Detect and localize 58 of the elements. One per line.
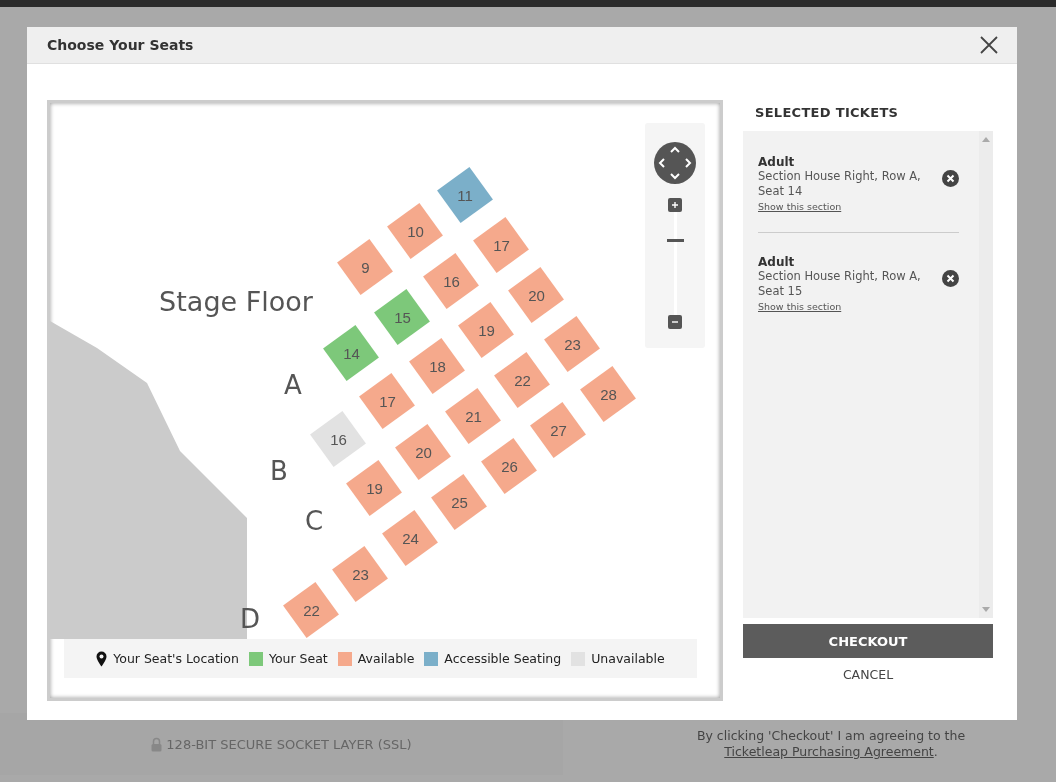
- legend-label: Unavailable: [591, 651, 665, 666]
- seat[interactable]: 24: [382, 510, 438, 566]
- seat[interactable]: 19: [458, 302, 514, 358]
- plus-icon: [671, 201, 679, 209]
- minus-icon: [671, 321, 679, 323]
- seat[interactable]: 20: [395, 424, 451, 480]
- seat[interactable]: 17: [359, 373, 415, 429]
- legend-label: Your Seat: [268, 651, 328, 666]
- remove-button[interactable]: [942, 270, 959, 287]
- ticket-description: Section House Right, Row A, Seat 15: [758, 269, 922, 299]
- seat[interactable]: 10: [387, 203, 443, 259]
- ticket-description: Section House Right, Row A, Seat 14: [758, 169, 922, 199]
- seat[interactable]: 16: [310, 411, 366, 467]
- seat[interactable]: 25: [431, 474, 487, 530]
- seat[interactable]: 19: [346, 460, 402, 516]
- agreement-text: By clicking 'Checkout' I am agreeing to the Ticketleap Purchasing Agreement.: [695, 728, 967, 760]
- show-section-link[interactable]: Show this section: [758, 301, 936, 312]
- seat[interactable]: 14: [323, 325, 379, 381]
- seat[interactable]: 22: [494, 352, 550, 408]
- ticket-type: Adult: [758, 155, 796, 169]
- row-label: B: [270, 456, 288, 486]
- seat[interactable]: 21: [445, 388, 501, 444]
- legend-label: Accessible Seating: [444, 651, 562, 666]
- seat[interactable]: 23: [544, 316, 600, 372]
- seat[interactable]: 11: [437, 167, 493, 223]
- zoom-out-button[interactable]: [668, 315, 682, 329]
- location-pin-icon: [96, 650, 108, 667]
- seat[interactable]: 27: [530, 402, 586, 458]
- lock-icon: [151, 736, 163, 752]
- legend-label: Available: [357, 651, 415, 666]
- legend-label: Your Seat's Location: [113, 651, 239, 666]
- ticket-type: Adult: [758, 255, 796, 269]
- dialog-title: Choose Your Seats: [47, 37, 194, 53]
- seat[interactable]: 9: [337, 239, 393, 295]
- cancel-button[interactable]: CANCEL: [836, 666, 900, 683]
- pan-control-icon[interactable]: [654, 142, 696, 184]
- security-note: 128-BIT SECURE SOCKET LAYER (SSL): [166, 736, 412, 752]
- seat[interactable]: 16: [423, 253, 479, 309]
- row-label: C: [304, 506, 324, 536]
- agreement-link[interactable]: Ticketleap Purchasing Agreement: [724, 744, 934, 759]
- close-button[interactable]: [979, 35, 999, 55]
- seat[interactable]: 20: [508, 267, 564, 323]
- seat[interactable]: 26: [481, 438, 537, 494]
- section-label: Stage Floor: [159, 285, 313, 317]
- row-label: D: [240, 604, 260, 634]
- seat[interactable]: 23: [332, 546, 388, 602]
- seat[interactable]: 22: [283, 582, 339, 638]
- tickets-heading: SELECTED TICKETS: [754, 104, 900, 122]
- seat[interactable]: 17: [473, 217, 529, 273]
- seat[interactable]: 18: [409, 338, 465, 394]
- seat[interactable]: 15: [374, 289, 430, 345]
- show-section-link[interactable]: Show this section: [758, 201, 936, 212]
- seat[interactable]: 28: [580, 366, 636, 422]
- zoom-thumb[interactable]: [666, 238, 684, 242]
- checkout-button[interactable]: CHECKOUT: [743, 624, 993, 658]
- row-label: A: [284, 370, 302, 400]
- zoom-in-button[interactable]: [668, 198, 682, 212]
- remove-button[interactable]: [942, 170, 959, 187]
